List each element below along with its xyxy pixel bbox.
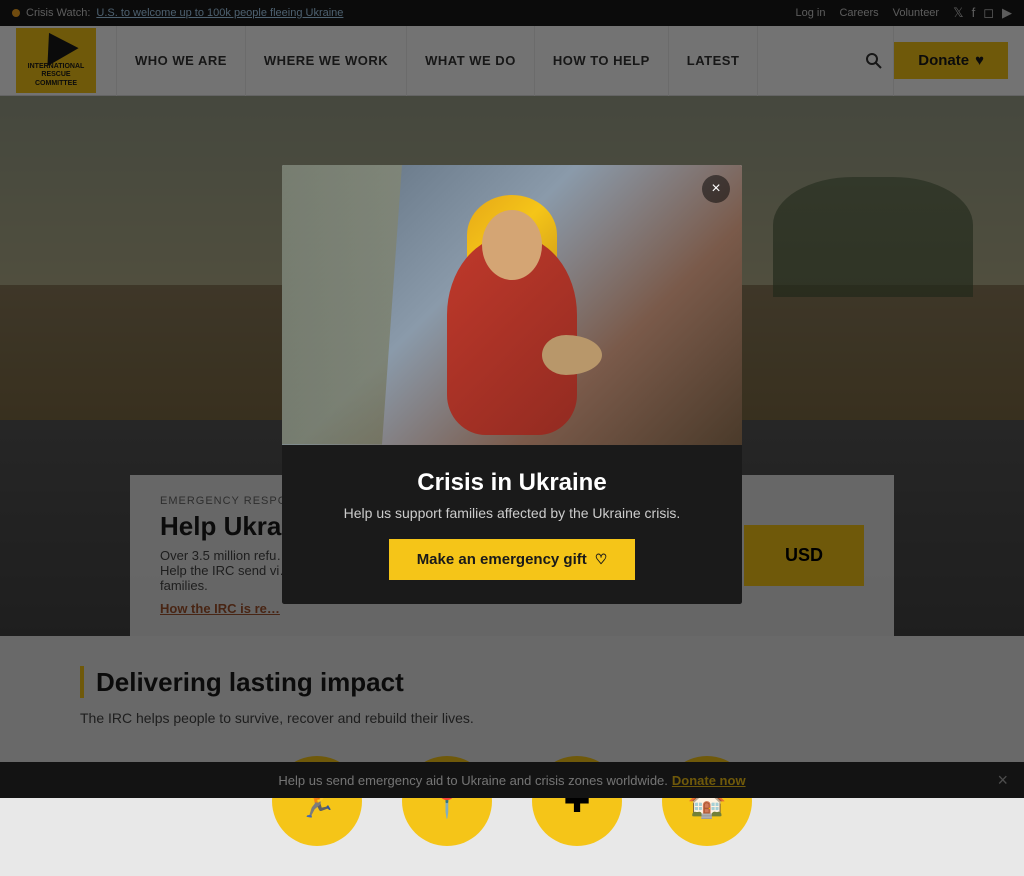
person-figure — [432, 175, 592, 435]
face-shape — [482, 210, 542, 280]
heart-icon: ♡ — [595, 551, 608, 568]
dog-shape — [542, 335, 602, 375]
modal-dialog: × Crisis in Ukraine Help us support fami… — [282, 165, 742, 604]
modal-close-button[interactable]: × — [702, 175, 730, 203]
modal-title: Crisis in Ukraine — [312, 469, 712, 497]
emergency-gift-label: Make an emergency gift — [417, 551, 587, 568]
modal-image — [282, 165, 742, 445]
modal-subtitle: Help us support families affected by the… — [312, 505, 712, 521]
close-icon: × — [711, 180, 720, 198]
modal-overlay[interactable]: × Crisis in Ukraine Help us support fami… — [0, 0, 1024, 798]
emergency-gift-button[interactable]: Make an emergency gift ♡ — [389, 539, 636, 580]
modal-body: Crisis in Ukraine Help us support famili… — [282, 445, 742, 604]
